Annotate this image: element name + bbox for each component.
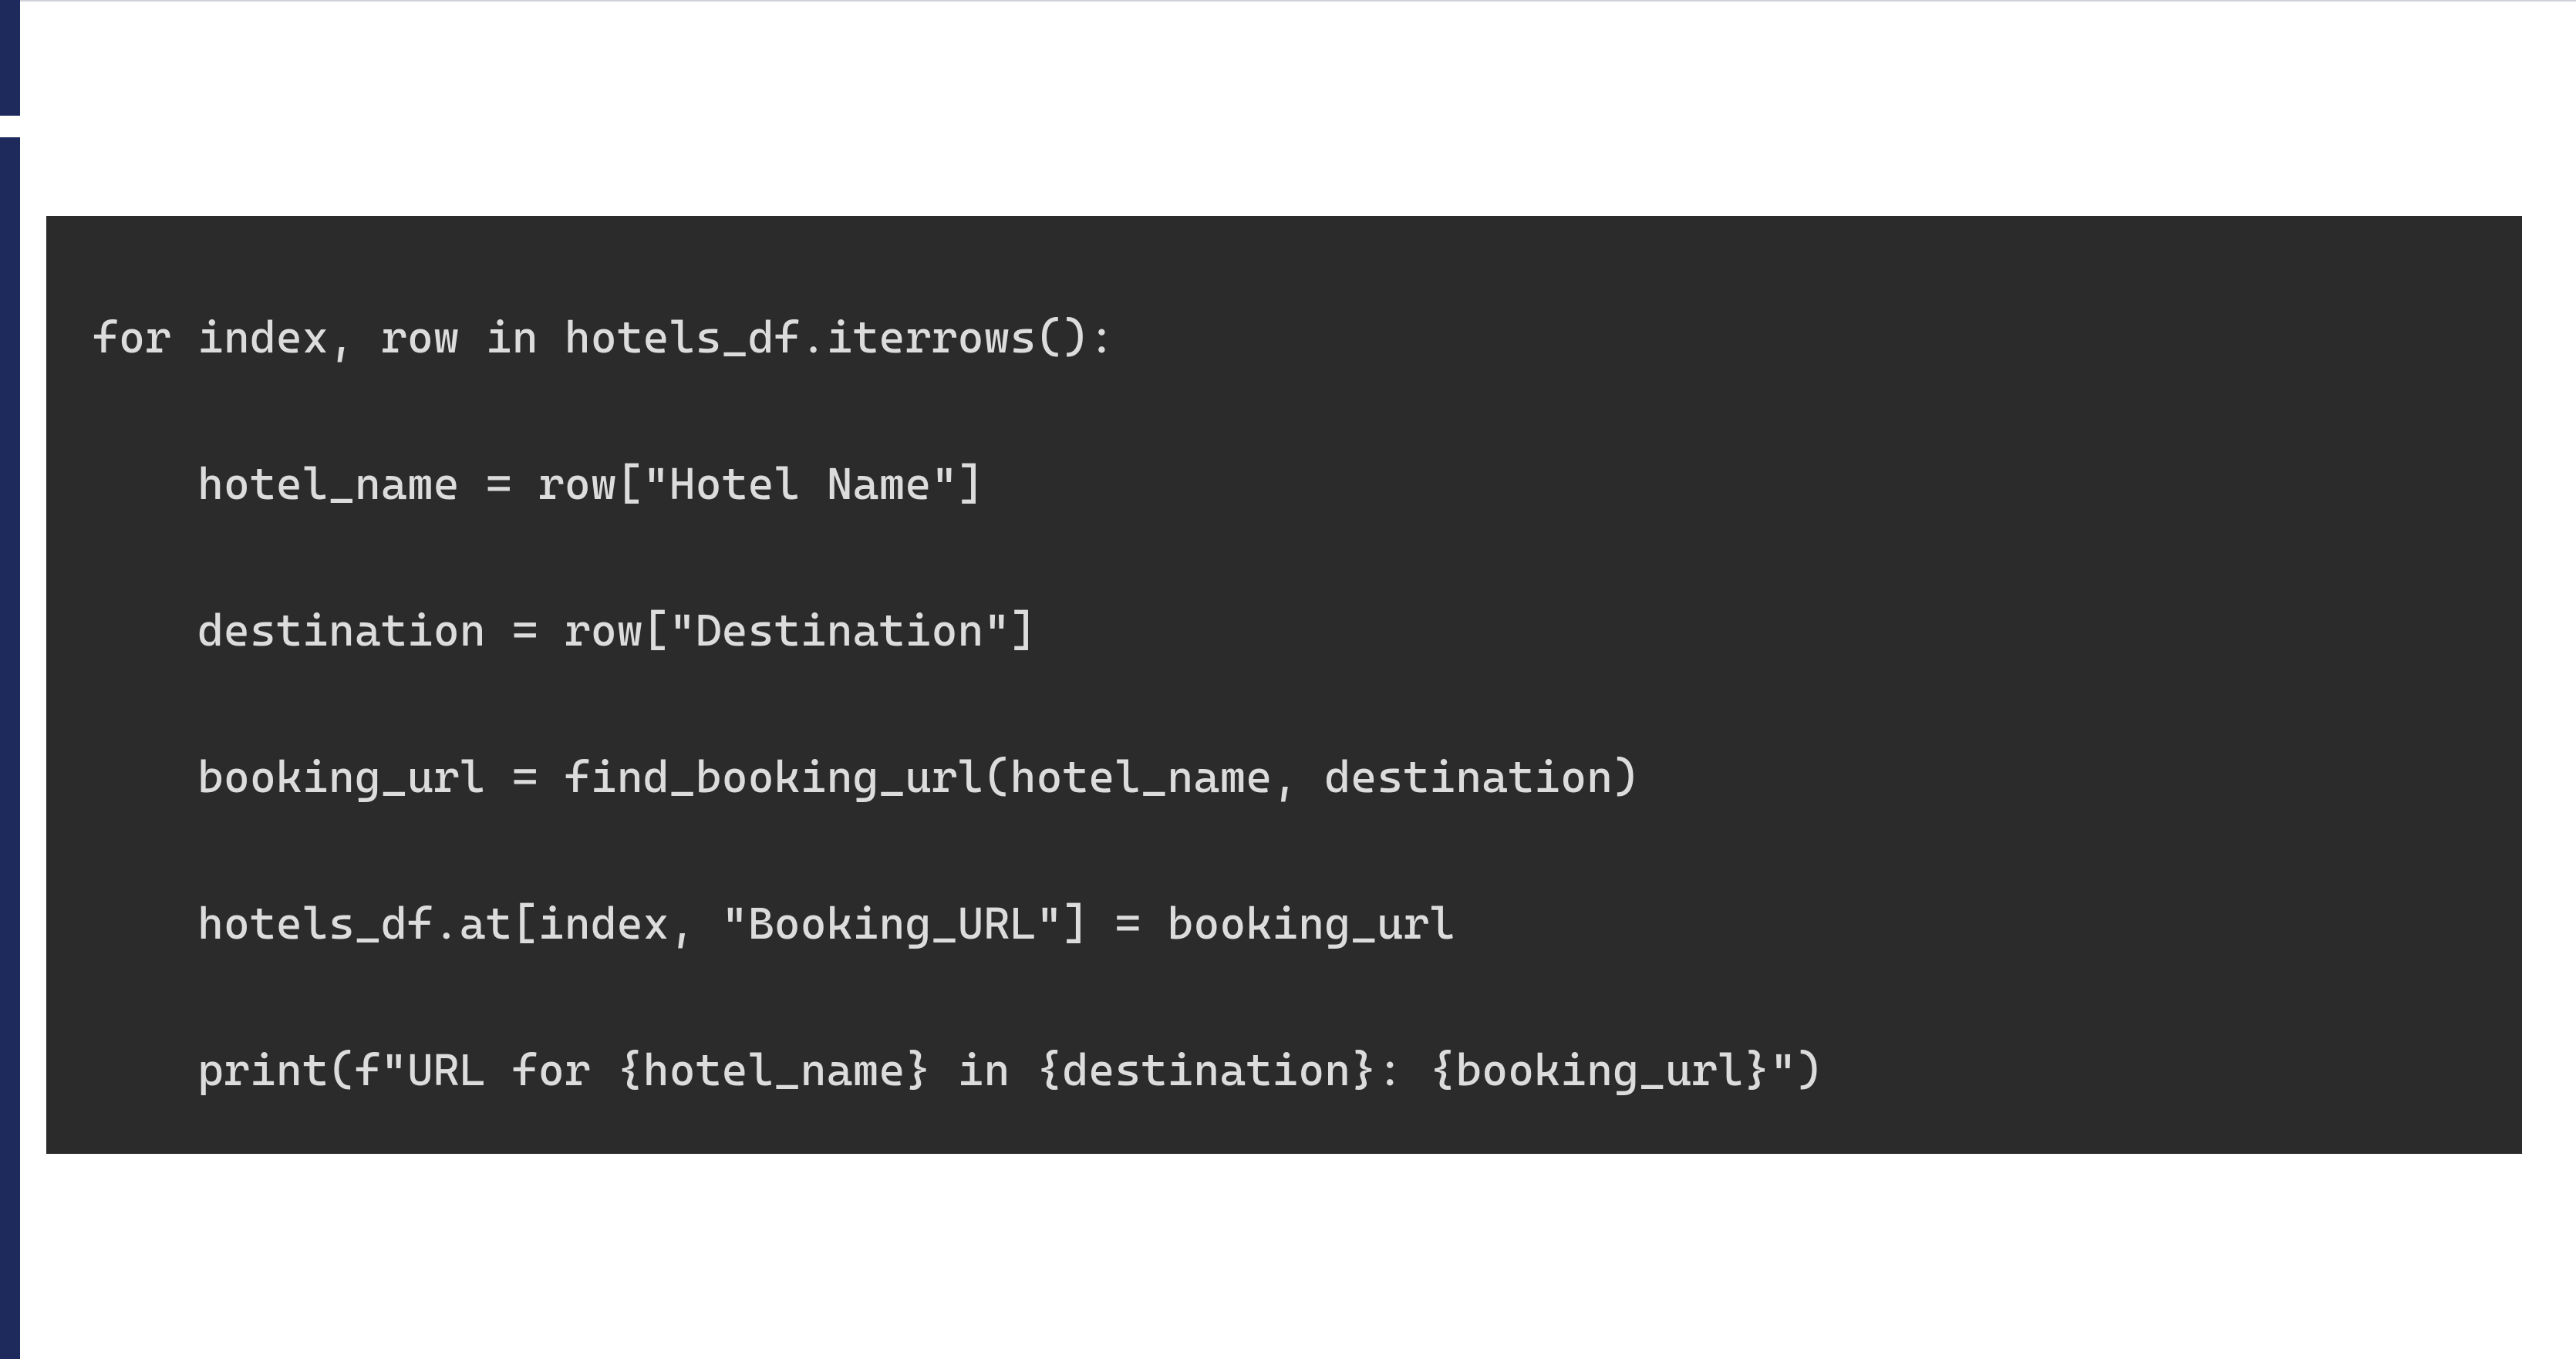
code-line: print(f"URL for {hotel_name} in {destina…	[93, 1047, 2483, 1092]
slide-accent-bar-main	[0, 137, 20, 1359]
code-block: for index, row in hotels_df.iterrows(): …	[46, 216, 2522, 1154]
slide-content: for index, row in hotels_df.iterrows(): …	[46, 216, 2545, 1154]
code-line: hotel_name = row["Hotel Name"]	[93, 461, 2483, 506]
slide-top-divider	[20, 0, 2576, 2]
code-line: for index, row in hotels_df.iterrows():	[93, 315, 2483, 359]
slide-accent-bar-top	[0, 0, 20, 116]
code-line: hotels_df.at[index, "Booking_URL"] = boo…	[93, 901, 2483, 946]
code-line: booking_url = find_booking_url(hotel_nam…	[93, 754, 2483, 799]
code-line: destination = row["Destination"]	[93, 608, 2483, 653]
